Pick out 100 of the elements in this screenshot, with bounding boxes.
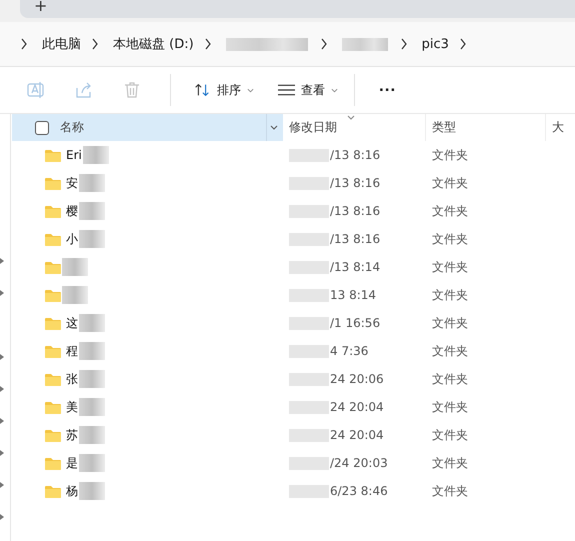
folder-icon xyxy=(45,176,61,190)
modified-date: 24 20:04 xyxy=(330,428,384,442)
file-name[interactable]: 张 xyxy=(66,370,78,388)
select-all-checkbox[interactable] xyxy=(35,120,49,134)
file-name[interactable]: 樱 xyxy=(66,202,78,220)
blur-patch xyxy=(79,230,105,248)
file-name[interactable]: 程 xyxy=(66,342,78,360)
blur-patch xyxy=(79,370,105,388)
blur-patch xyxy=(289,400,329,414)
breadcrumb[interactable]: 本地磁盘 (D:) xyxy=(113,35,194,53)
folder-icon xyxy=(45,148,61,162)
modified-date: 24 20:04 xyxy=(330,400,384,414)
expand-icon[interactable] xyxy=(0,386,4,392)
file-type: 文件夹 xyxy=(431,426,468,444)
blur-patch xyxy=(289,288,329,302)
file-name[interactable]: 杨 xyxy=(66,482,78,500)
modified-date: /24 20:03 xyxy=(330,456,388,470)
chevron-icon[interactable] xyxy=(458,38,467,50)
folder-icon xyxy=(45,400,61,414)
blur-patch xyxy=(289,148,329,162)
folder-icon xyxy=(45,204,61,218)
blur-patch xyxy=(289,428,329,442)
menu-icon xyxy=(278,84,295,96)
modified-date: /13 8:16 xyxy=(330,148,380,162)
modified-date: /13 8:16 xyxy=(330,204,380,218)
folder-icon xyxy=(45,316,61,330)
blur-patch xyxy=(289,372,329,386)
file-name[interactable]: 美 xyxy=(66,398,78,416)
file-name[interactable]: 是 xyxy=(66,454,78,472)
blur-patch xyxy=(79,482,105,500)
blur-patch xyxy=(289,316,329,330)
blur-patch xyxy=(289,260,329,274)
file-type: 文件夹 xyxy=(431,454,468,472)
blur-patch xyxy=(289,204,329,218)
file-type: 文件夹 xyxy=(431,286,468,304)
column-header[interactable]: 类型 xyxy=(426,114,546,141)
expand-icon[interactable] xyxy=(0,482,4,488)
folder-icon xyxy=(45,372,61,386)
new-tab-button[interactable]: + xyxy=(34,0,48,15)
folder-icon xyxy=(45,484,61,498)
blur-patch xyxy=(79,174,105,192)
chevron-icon[interactable] xyxy=(20,38,28,50)
sort-button[interactable]: 排序 xyxy=(185,77,262,103)
blur-patch xyxy=(79,426,105,444)
expand-icon[interactable] xyxy=(0,450,4,456)
sort-indicator-icon xyxy=(347,115,355,120)
modified-date: /1 16:56 xyxy=(330,316,380,330)
breadcrumb[interactable]: 此电脑 xyxy=(42,35,81,53)
file-type: 文件夹 xyxy=(431,146,468,164)
file-type: 文件夹 xyxy=(431,202,468,220)
more-button[interactable]: ... xyxy=(369,76,406,104)
column-header[interactable]: 修改日期 xyxy=(283,114,426,141)
blur-patch xyxy=(289,484,329,498)
chevron-icon[interactable] xyxy=(320,38,328,50)
file-type: 文件夹 xyxy=(431,482,468,500)
blur-patch xyxy=(289,176,329,190)
column-header[interactable]: 名称 xyxy=(12,114,283,141)
file-type: 文件夹 xyxy=(431,398,468,416)
modified-date: 4 7:36 xyxy=(330,344,368,358)
folder-icon xyxy=(45,260,61,274)
chevron-icon[interactable] xyxy=(91,38,99,50)
breadcrumb[interactable]: pic3 xyxy=(422,36,449,52)
blur-patch xyxy=(79,398,105,416)
blur-patch xyxy=(289,232,329,246)
file-name[interactable]: 这 xyxy=(66,314,78,332)
caret-icon xyxy=(247,88,254,92)
modified-date: /13 8:16 xyxy=(330,232,380,246)
expand-icon[interactable] xyxy=(0,354,4,360)
blur-patch xyxy=(62,286,88,304)
file-name[interactable]: Eri xyxy=(66,148,82,162)
chevron-icon[interactable] xyxy=(270,125,278,130)
folder-icon xyxy=(45,428,61,442)
folder-icon xyxy=(45,344,61,358)
expand-icon[interactable] xyxy=(0,258,4,264)
file-name[interactable]: 小 xyxy=(66,230,78,248)
blur-patch xyxy=(62,258,88,276)
blur-patch xyxy=(289,456,329,470)
file-type: 文件夹 xyxy=(431,174,468,192)
modified-date: 13 8:14 xyxy=(330,288,376,302)
modified-date: /13 8:16 xyxy=(330,176,380,190)
file-name[interactable]: 苏 xyxy=(66,426,78,444)
modified-date: /13 8:14 xyxy=(330,260,380,274)
modified-date: 24 20:06 xyxy=(330,372,384,386)
file-name[interactable]: 安 xyxy=(66,174,78,192)
caret-icon xyxy=(331,88,338,92)
blur-patch xyxy=(79,342,105,360)
file-type: 文件夹 xyxy=(431,342,468,360)
folder-icon xyxy=(45,288,61,302)
file-type: 文件夹 xyxy=(431,230,468,248)
expand-icon[interactable] xyxy=(0,418,4,424)
view-button[interactable]: 查看 xyxy=(270,78,346,102)
sort-icon xyxy=(193,81,211,99)
expand-icon[interactable] xyxy=(0,514,4,520)
column-header[interactable]: 大 xyxy=(546,114,575,141)
chevron-icon[interactable] xyxy=(204,38,212,50)
blur-patch xyxy=(289,344,329,358)
file-type: 文件夹 xyxy=(431,258,468,276)
file-type: 文件夹 xyxy=(431,314,468,332)
chevron-icon[interactable] xyxy=(400,38,408,50)
expand-icon[interactable] xyxy=(0,290,4,296)
